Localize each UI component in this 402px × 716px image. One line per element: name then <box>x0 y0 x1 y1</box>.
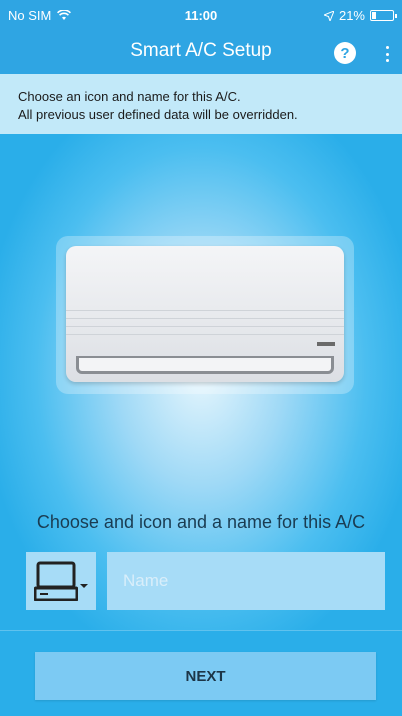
status-right: 21% <box>323 8 397 23</box>
notice-line-2: All previous user defined data will be o… <box>18 107 298 122</box>
app-bar: Smart A/C Setup ? <box>0 34 402 74</box>
ac-vent <box>76 356 334 374</box>
notice-banner: Choose an icon and name for this A/C. Al… <box>0 74 402 134</box>
help-button[interactable]: ? <box>334 42 356 64</box>
setup-prompt: Choose and icon and a name for this A/C <box>36 512 366 532</box>
status-bar: No SIM 11:00 21% <box>0 0 402 34</box>
battery-percent: 21% <box>338 8 365 23</box>
air-conditioner-illustration <box>56 236 354 394</box>
next-button[interactable]: NEXT <box>35 652 376 700</box>
footer-bar: NEXT <box>0 630 402 716</box>
icon-picker-button[interactable] <box>26 552 96 610</box>
notice-line-1: Choose an icon and name for this A/C. <box>18 89 241 104</box>
name-input[interactable] <box>107 552 385 610</box>
location-arrow-icon <box>323 10 334 21</box>
battery-level <box>372 12 376 19</box>
chevron-down-icon <box>80 584 88 588</box>
air-conditioner-unit <box>66 246 344 382</box>
battery-icon <box>370 10 397 21</box>
ac-indicator-light <box>317 342 335 346</box>
overflow-menu-icon[interactable] <box>380 44 394 64</box>
main-content: Choose and icon and a name for this A/C <box>0 134 402 630</box>
computer-icon <box>34 561 78 601</box>
